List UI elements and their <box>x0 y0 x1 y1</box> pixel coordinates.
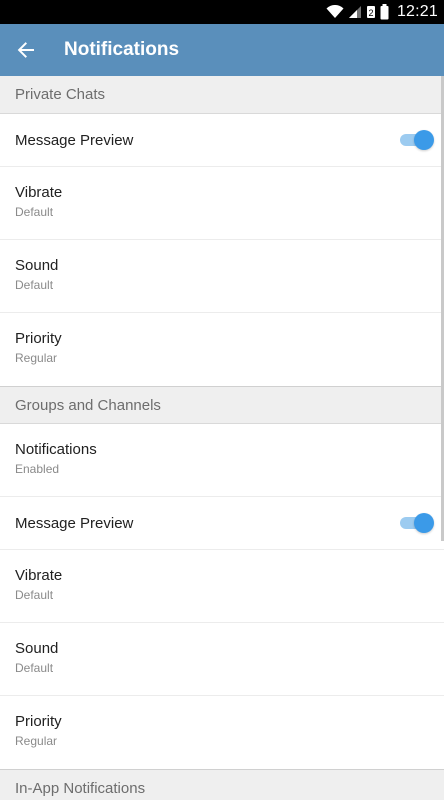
private-vibrate-row[interactable]: Vibrate Default <box>0 167 444 240</box>
status-bar: 2 12:21 <box>0 0 444 24</box>
row-label: Vibrate <box>15 184 63 201</box>
row-label: Message Preview <box>15 131 134 149</box>
section-header-label: Private Chats <box>15 86 106 103</box>
row-label: Sound <box>15 257 59 274</box>
private-priority-row[interactable]: Priority Regular <box>0 313 444 386</box>
sim-icon: 2 <box>366 6 375 18</box>
groups-sound-row[interactable]: Sound Default <box>0 623 444 696</box>
wifi-icon <box>326 5 344 18</box>
app-bar: Notifications <box>0 24 444 76</box>
section-header-label: In-App Notifications <box>15 779 146 797</box>
groups-priority-row[interactable]: Priority Regular <box>0 696 444 769</box>
row-label: Vibrate <box>15 567 63 584</box>
settings-list[interactable]: Private Chats Message Preview Vibrate De… <box>0 76 444 800</box>
private-message-preview-row[interactable]: Message Preview <box>0 114 444 167</box>
row-label: Sound <box>15 640 59 657</box>
status-time: 12:21 <box>396 3 438 20</box>
row-value: Default <box>15 278 54 292</box>
section-header-label: Groups and Channels <box>15 396 161 414</box>
section-header-private-chats: Private Chats <box>0 76 444 114</box>
row-label: Priority <box>15 713 62 730</box>
section-header-groups-channels: Groups and Channels <box>0 386 444 424</box>
row-value: Default <box>15 661 54 675</box>
groups-vibrate-row[interactable]: Vibrate Default <box>0 550 444 623</box>
svg-text:2: 2 <box>368 8 373 18</box>
groups-notifications-row[interactable]: Notifications Enabled <box>0 424 444 497</box>
row-value: Default <box>15 588 54 602</box>
private-sound-row[interactable]: Sound Default <box>0 240 444 313</box>
back-button[interactable] <box>0 24 52 76</box>
private-message-preview-toggle[interactable] <box>400 130 434 150</box>
groups-message-preview-row[interactable]: Message Preview <box>0 497 444 550</box>
toggle-thumb <box>414 130 434 150</box>
row-value: Regular <box>15 734 58 748</box>
row-value: Regular <box>15 351 58 365</box>
groups-message-preview-toggle[interactable] <box>400 513 434 533</box>
row-label: Priority <box>15 330 62 347</box>
status-icons: 2 12:21 <box>326 0 438 24</box>
battery-icon <box>380 4 389 20</box>
signal-icon <box>348 6 361 18</box>
row-value: Default <box>15 205 54 219</box>
row-value: Enabled <box>15 462 60 476</box>
arrow-back-icon <box>17 42 34 58</box>
row-label: Notifications <box>15 441 97 458</box>
toggle-thumb <box>414 513 434 533</box>
page-title: Notifications <box>64 39 180 60</box>
section-header-in-app: In-App Notifications <box>0 769 444 800</box>
row-label: Message Preview <box>15 514 134 532</box>
